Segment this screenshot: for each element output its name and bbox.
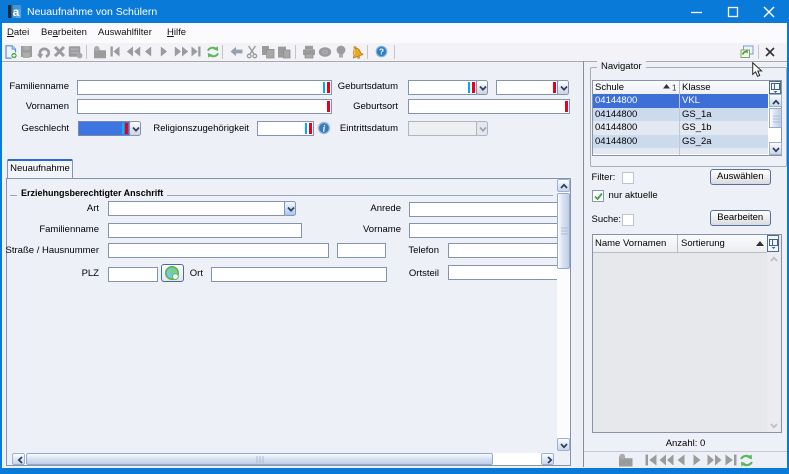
svg-text:?: ? bbox=[379, 47, 384, 57]
svg-text:1: 1 bbox=[672, 84, 676, 93]
svg-text:a: a bbox=[13, 5, 20, 18]
